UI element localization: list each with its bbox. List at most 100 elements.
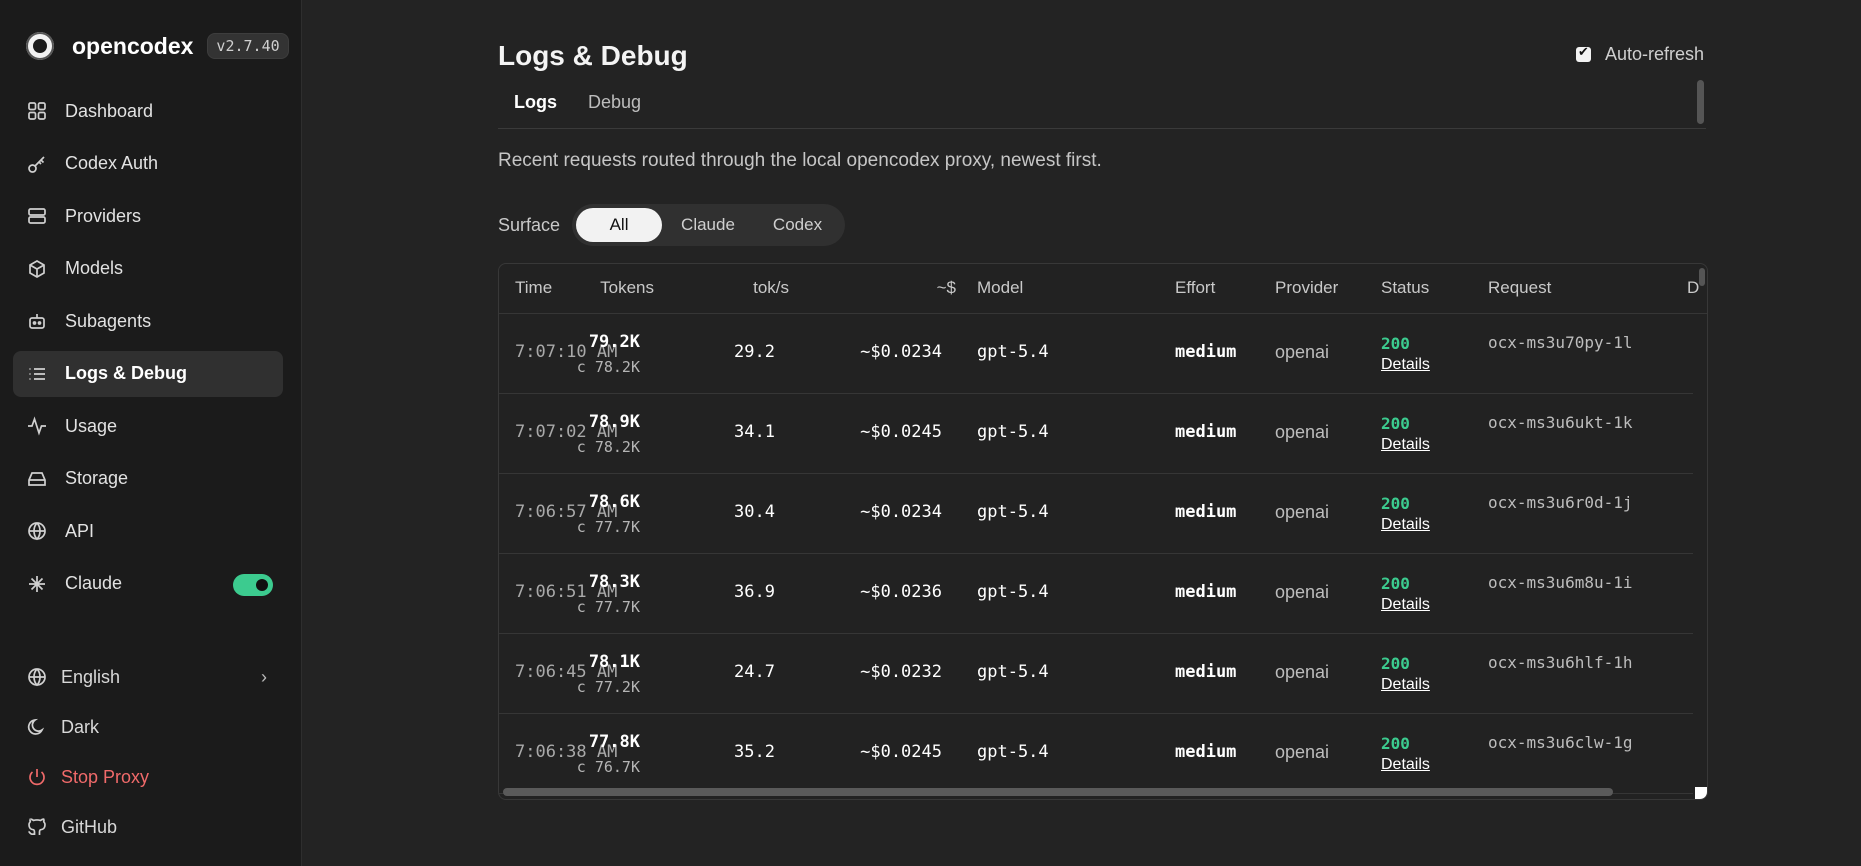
github-link[interactable]: GitHub <box>13 806 283 848</box>
sidebar-item-codex-auth[interactable]: Codex Auth <box>13 141 283 187</box>
claude-toggle[interactable] <box>233 573 273 596</box>
bot-icon <box>27 311 47 331</box>
auto-refresh-checkbox[interactable]: Auto-refresh <box>1576 44 1704 65</box>
details-link[interactable]: Details <box>1381 676 1430 694</box>
sidebar-item-label: Claude <box>65 573 123 593</box>
page-title: Logs & Debug <box>498 40 688 71</box>
column-header-model[interactable]: Model <box>977 278 1023 298</box>
tok-s-cell: 35.2 <box>734 742 775 762</box>
sidebar-item-api[interactable]: API <box>13 508 283 554</box>
github-label: GitHub <box>61 816 118 837</box>
brand[interactable]: opencodex v2.7.40 <box>26 28 289 64</box>
checkbox-checked-icon[interactable] <box>1576 44 1591 62</box>
tokens-cell: 78.9K <box>588 412 640 432</box>
sidebar-item-models[interactable]: Models <box>13 246 283 292</box>
surface-option-claude[interactable]: Claude <box>662 208 754 242</box>
sidebar-item-logs-debug[interactable]: Logs & Debug <box>13 350 283 397</box>
effort-cell: medium <box>1175 342 1237 362</box>
opencodex-logo-icon <box>26 32 54 60</box>
sidebar-item-providers[interactable]: Providers <box>13 193 283 239</box>
tok-s-cell: 34.1 <box>734 422 775 442</box>
sidebar-nav: Dashboard Codex Auth Providers Models Su… <box>13 88 283 613</box>
cached-tokens-cell: c 77.7K <box>576 598 640 616</box>
cached-tokens-cell: c 76.7K <box>576 758 640 776</box>
globe-icon <box>27 667 47 687</box>
stop-proxy-button[interactable]: Stop Proxy <box>13 756 283 798</box>
column-header-provider[interactable]: Provider <box>1275 278 1338 298</box>
effort-cell: medium <box>1175 582 1237 602</box>
stop-proxy-label: Stop Proxy <box>61 766 150 787</box>
sidebar-item-label: Providers <box>65 205 142 226</box>
sidebar-item-dashboard[interactable]: Dashboard <box>13 88 283 134</box>
column-header-cost[interactable]: ~$ <box>937 278 956 298</box>
sidebar-item-subagents[interactable]: Subagents <box>13 298 283 344</box>
sidebar-item-label: Storage <box>65 468 129 488</box>
sidebar-item-label: Dashboard <box>65 100 154 121</box>
details-link[interactable]: Details <box>1381 516 1430 534</box>
cost-cell: ~$0.0236 <box>860 582 942 602</box>
cached-tokens-cell: c 77.7K <box>576 518 640 536</box>
table-row[interactable]: 7:07:10 AM 79.2K c 78.2K 29.2 ~$0.0234 g… <box>499 314 1693 394</box>
column-header-effort[interactable]: Effort <box>1175 278 1215 298</box>
cached-tokens-cell: c 78.2K <box>576 358 640 376</box>
grid-icon <box>27 101 47 121</box>
asterisk-icon <box>27 574 47 594</box>
provider-cell: openai <box>1275 422 1330 442</box>
provider-cell: openai <box>1275 502 1330 522</box>
surface-label: Surface <box>498 214 561 235</box>
table-row[interactable]: 7:06:57 AM 78.6K c 77.7K 30.4 ~$0.0234 g… <box>499 474 1693 554</box>
drive-icon <box>27 469 47 489</box>
status-code: 200 <box>1381 334 1410 353</box>
request-id-cell: ocx-ms3u6r0d-1j <box>1488 493 1633 512</box>
activity-icon <box>27 416 47 436</box>
column-header-tok-s[interactable]: tok/s <box>753 278 789 298</box>
model-cell: gpt-5.4 <box>977 582 1049 602</box>
surface-option-all[interactable]: All <box>576 208 663 242</box>
cached-tokens-cell: c 77.2K <box>576 678 640 696</box>
sidebar-item-usage[interactable]: Usage <box>13 403 283 449</box>
effort-cell: medium <box>1175 502 1237 522</box>
provider-cell: openai <box>1275 662 1330 682</box>
sidebar-item-storage[interactable]: Storage <box>13 456 283 502</box>
details-link[interactable]: Details <box>1381 436 1430 454</box>
details-link[interactable]: Details <box>1381 596 1430 614</box>
tab-bar: Logs Debug <box>498 80 1706 129</box>
status-code: 200 <box>1381 654 1410 673</box>
chevron-right-icon: › <box>261 667 267 687</box>
surface-option-codex[interactable]: Codex <box>754 208 841 242</box>
column-header-request[interactable]: Request <box>1488 278 1551 298</box>
column-header-truncated[interactable]: D <box>1687 278 1699 298</box>
cost-cell: ~$0.0234 <box>860 342 942 362</box>
status-code: 200 <box>1381 574 1410 593</box>
table-row[interactable]: 7:07:02 AM 78.9K c 78.2K 34.1 ~$0.0245 g… <box>499 394 1693 474</box>
table-row[interactable]: 7:06:38 AM 77.8K c 76.7K 35.2 ~$0.0245 g… <box>499 714 1693 794</box>
model-cell: gpt-5.4 <box>977 422 1049 442</box>
request-id-cell: ocx-ms3u6ukt-1k <box>1488 413 1633 432</box>
tab-debug[interactable]: Debug <box>588 92 641 113</box>
surface-segmented-control: All Claude Codex <box>572 204 846 246</box>
power-icon <box>27 767 47 787</box>
details-link[interactable]: Details <box>1381 356 1430 374</box>
tokens-cell: 77.8K <box>588 732 640 752</box>
language-label: English <box>61 666 121 687</box>
model-cell: gpt-5.4 <box>977 342 1049 362</box>
resize-corner[interactable] <box>1695 787 1707 799</box>
moon-icon <box>27 717 47 737</box>
details-link[interactable]: Details <box>1381 756 1430 774</box>
table-vertical-scrollbar[interactable] <box>1699 268 1705 286</box>
column-header-time[interactable]: Time <box>515 278 552 298</box>
column-header-tokens[interactable]: Tokens <box>600 278 654 298</box>
theme-toggle[interactable]: Dark <box>13 706 283 748</box>
column-header-status[interactable]: Status <box>1381 278 1429 298</box>
sidebar-item-claude[interactable]: Claude <box>13 561 283 607</box>
status-code: 200 <box>1381 414 1410 433</box>
scrollbar[interactable] <box>1697 80 1704 124</box>
language-selector[interactable]: English › <box>13 656 283 698</box>
tab-logs[interactable]: Logs <box>514 92 557 113</box>
table-row[interactable]: 7:06:51 AM 78.3K c 77.7K 36.9 ~$0.0236 g… <box>499 554 1693 634</box>
table-horizontal-scrollbar[interactable] <box>503 788 1613 796</box>
cube-icon <box>27 259 47 279</box>
cost-cell: ~$0.0245 <box>860 742 942 762</box>
page-description: Recent requests routed through the local… <box>498 150 1102 171</box>
table-row[interactable]: 7:06:45 AM 78.1K c 77.2K 24.7 ~$0.0232 g… <box>499 634 1693 714</box>
